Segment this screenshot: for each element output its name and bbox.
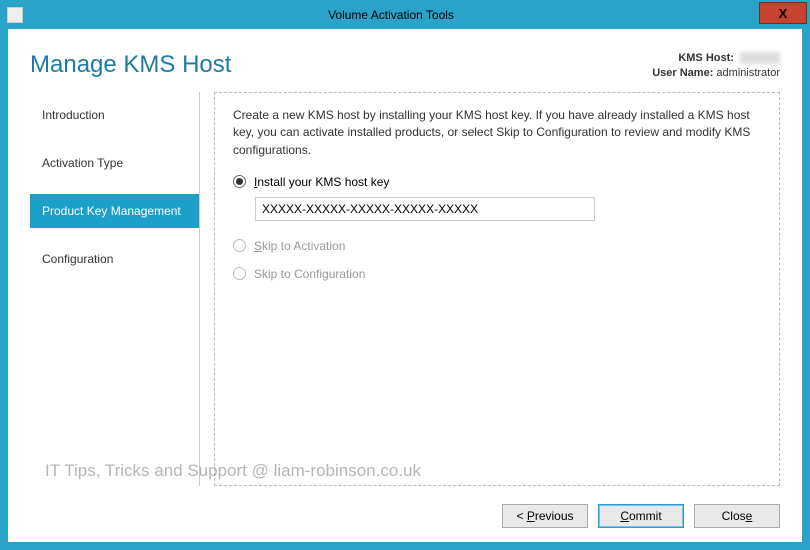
kms-key-input[interactable]	[255, 197, 595, 221]
window-frame: Volume Activation Tools X Manage KMS Hos…	[0, 0, 810, 550]
option-label: Install your KMS host key	[254, 175, 389, 189]
radio-icon	[233, 267, 246, 280]
kms-key-field-wrapper	[255, 197, 761, 221]
commit-button[interactable]: Commit	[598, 504, 684, 528]
close-button[interactable]: Close	[694, 504, 780, 528]
window-close-button[interactable]: X	[759, 2, 807, 24]
nav-activation-type[interactable]: Activation Type	[30, 146, 199, 180]
header: Manage KMS Host KMS Host: User Name: adm…	[8, 29, 802, 92]
content-panel: Create a new KMS host by installing your…	[214, 92, 780, 486]
nav-introduction[interactable]: Introduction	[30, 98, 199, 132]
page-title: Manage KMS Host	[30, 51, 231, 79]
previous-button[interactable]: < Previous	[502, 504, 588, 528]
user-name-value: administrator	[716, 67, 780, 79]
kms-host-label: KMS Host:	[678, 52, 734, 64]
content-description: Create a new KMS host by installing your…	[233, 107, 761, 159]
user-name-label: User Name:	[652, 67, 713, 79]
main-body: Introduction Activation Type Product Key…	[8, 92, 802, 494]
titlebar: Volume Activation Tools X	[1, 1, 809, 29]
sidebar: Introduction Activation Type Product Key…	[30, 92, 200, 486]
nav-product-key-management[interactable]: Product Key Management	[30, 194, 199, 228]
app-icon	[7, 7, 23, 23]
option-label: Skip to Activation	[254, 239, 345, 253]
nav-configuration[interactable]: Configuration	[30, 242, 199, 276]
footer: < Previous Commit Close	[8, 494, 802, 542]
option-label: Skip to Configuration	[254, 267, 365, 281]
radio-icon	[233, 175, 246, 188]
window-title: Volume Activation Tools	[23, 8, 759, 22]
host-info: KMS Host: User Name: administrator	[652, 51, 780, 82]
close-icon: X	[779, 6, 788, 21]
window-body: Manage KMS Host KMS Host: User Name: adm…	[1, 29, 809, 549]
radio-icon	[233, 239, 246, 252]
option-install-kms-key[interactable]: Install your KMS host key	[233, 175, 761, 189]
kms-host-value	[740, 52, 780, 64]
option-skip-activation: Skip to Activation	[233, 239, 761, 253]
option-skip-configuration: Skip to Configuration	[233, 267, 761, 281]
